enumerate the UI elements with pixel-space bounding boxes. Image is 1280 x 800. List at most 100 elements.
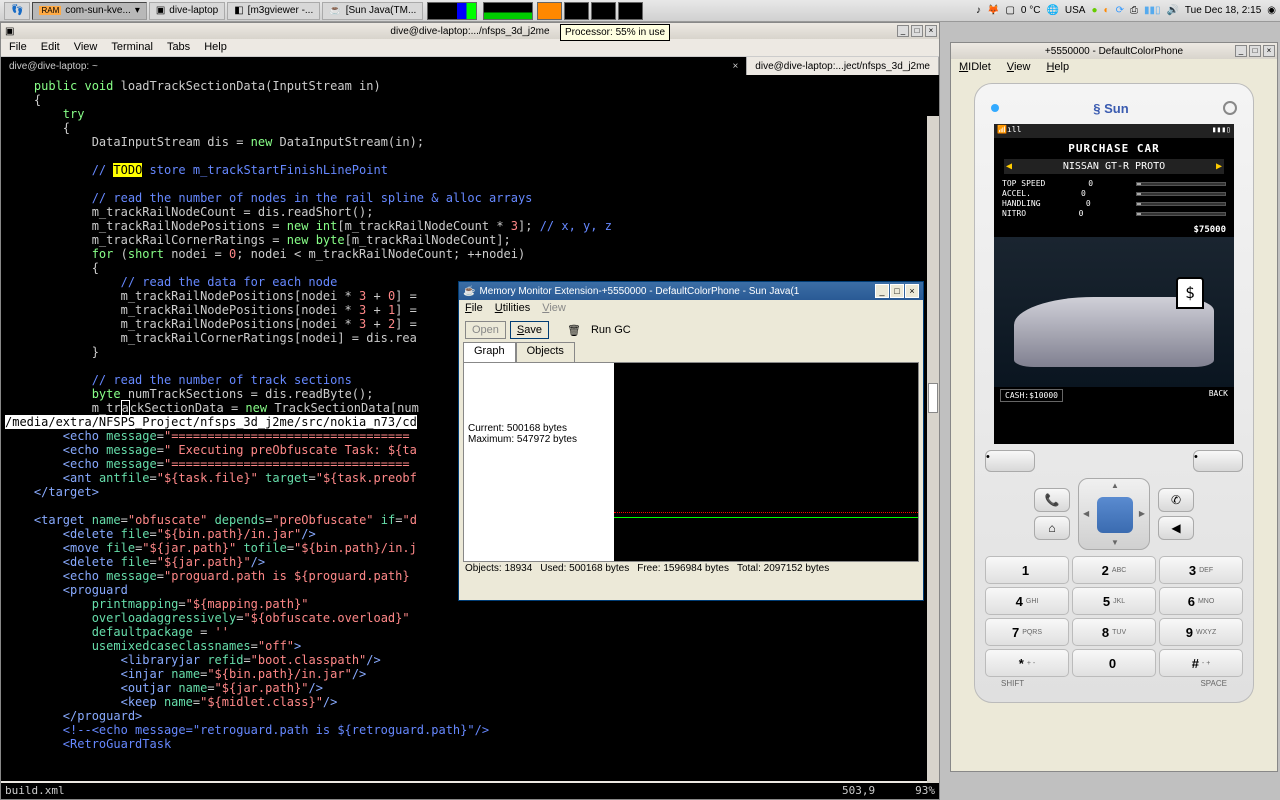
key-6[interactable]: 6MNO <box>1159 587 1243 615</box>
end-button[interactable]: ✆ <box>1158 488 1194 512</box>
key-0[interactable]: 0 <box>1072 649 1156 677</box>
dpad-up-icon[interactable]: ▲ <box>1111 481 1119 490</box>
clock[interactable]: Tue Dec 18, 2:15 <box>1185 5 1261 16</box>
right-softkey[interactable]: • <box>1193 450 1243 472</box>
tray-icon-3[interactable]: ⟳ <box>1116 5 1124 16</box>
tab-graph[interactable]: Graph <box>463 342 516 362</box>
left-softkey[interactable]: • <box>985 450 1035 472</box>
menu-edit[interactable]: Edit <box>41 41 60 54</box>
java-icon: ☕ <box>463 286 475 297</box>
cpu-graph-2[interactable] <box>483 2 533 20</box>
menu-terminal[interactable]: Terminal <box>111 41 153 54</box>
menu-help[interactable]: Help <box>1046 61 1069 75</box>
vertical-scrollbar[interactable] <box>927 116 939 783</box>
dpad-down-icon[interactable]: ▼ <box>1111 538 1119 547</box>
maximize-button[interactable]: □ <box>890 284 904 298</box>
key-hash[interactable]: #- + <box>1159 649 1243 677</box>
menu-view[interactable]: View <box>74 41 98 54</box>
terminal-titlebar[interactable]: ▣ dive@dive-laptop:.../nfsps_3d_j2me _ □… <box>1 23 939 39</box>
tray-icon-2[interactable]: ◐ <box>1104 5 1110 16</box>
menu-view[interactable]: View <box>542 302 566 316</box>
open-button[interactable]: Open <box>465 321 506 339</box>
terminal-menubar: File Edit View Terminal Tabs Help <box>1 39 939 57</box>
prev-car-icon[interactable]: ◀ <box>1006 161 1012 172</box>
workspace-3[interactable] <box>591 2 616 20</box>
firefox-icon[interactable]: 🦊 <box>987 5 999 16</box>
call-button[interactable]: 📞 <box>1034 488 1070 512</box>
dpad-select[interactable] <box>1097 497 1133 533</box>
phone-titlebar[interactable]: +5550000 - DefaultColorPhone _ □ × <box>951 43 1277 59</box>
menu-file[interactable]: File <box>9 41 27 54</box>
shutdown-icon[interactable]: ◉ <box>1267 5 1276 16</box>
minimize-button[interactable]: _ <box>875 284 889 298</box>
cpu-graph-1[interactable] <box>427 2 477 20</box>
minimize-button[interactable]: _ <box>897 25 909 37</box>
workspace-4[interactable] <box>618 2 643 20</box>
dpad-left-icon[interactable]: ◀ <box>1083 509 1089 518</box>
close-button[interactable]: × <box>1263 45 1275 57</box>
workspace-2[interactable] <box>564 2 589 20</box>
terminal-tab-1[interactable]: dive@dive-laptop: ~ × <box>1 57 747 75</box>
scroll-thumb[interactable] <box>928 383 938 413</box>
menu-midlet[interactable]: MIDlet <box>959 61 991 75</box>
taskbar-app-4[interactable]: ☕ [Sun Java(TM... <box>322 2 423 20</box>
car-price: $75000 <box>994 223 1234 237</box>
taskbar-app-1[interactable]: RAM com-sun-kve... ▾ <box>32 2 146 20</box>
menu-utilities[interactable]: Utilities <box>495 302 530 316</box>
key-5[interactable]: 5JKL <box>1072 587 1156 615</box>
dpad[interactable]: ▲ ▼ ◀ ▶ <box>1078 478 1150 550</box>
home-button[interactable]: ⌂ <box>1034 516 1070 540</box>
key-8[interactable]: 8TUV <box>1072 618 1156 646</box>
close-button[interactable]: × <box>905 284 919 298</box>
globe-icon[interactable]: 🌐 <box>1046 5 1058 16</box>
save-button[interactable]: Save <box>510 321 549 339</box>
volume-icon[interactable]: 🔊 <box>1166 5 1178 16</box>
key-1[interactable]: 1 <box>985 556 1069 584</box>
next-car-icon[interactable]: ▶ <box>1216 161 1222 172</box>
workspace-1[interactable] <box>537 2 562 20</box>
taskbar-app-3[interactable]: ◧ [m3gviewer -... <box>227 2 320 20</box>
key-4[interactable]: 4GHI <box>985 587 1069 615</box>
dpad-right-icon[interactable]: ▶ <box>1139 509 1145 518</box>
close-button[interactable]: × <box>925 25 937 37</box>
window-list-icon[interactable]: ▢ <box>1005 5 1014 16</box>
menu-tabs[interactable]: Tabs <box>167 41 190 54</box>
temp-indicator[interactable]: 0 °C <box>1021 5 1041 16</box>
cpu-tooltip: Processor: 55% in use <box>560 24 670 41</box>
car-image: $ <box>994 237 1234 387</box>
cube-icon: ◧ <box>234 5 243 16</box>
run-gc-button[interactable]: Run GC <box>585 322 637 338</box>
key-7[interactable]: 7PQRS <box>985 618 1069 646</box>
key-9[interactable]: 9WXYZ <box>1159 618 1243 646</box>
network-icon[interactable]: ▮▮▯ <box>1144 5 1161 16</box>
key-star[interactable]: *+ - <box>985 649 1069 677</box>
menu-view[interactable]: View <box>1007 61 1031 75</box>
tray-icon-1[interactable]: ● <box>1091 5 1097 16</box>
maximize-button[interactable]: □ <box>1249 45 1261 57</box>
tab-close-icon[interactable]: × <box>732 61 738 72</box>
terminal-tab-2[interactable]: dive@dive-laptop:...ject/nfsps_3d_j2me <box>747 57 939 75</box>
phone-screen[interactable]: 📶ıll ▮▮▮▯ PURCHASE CAR ◀ NISSAN GT-R PRO… <box>994 124 1234 444</box>
maximize-button[interactable]: □ <box>911 25 923 37</box>
menu-file[interactable]: File <box>465 302 483 316</box>
memory-graph <box>614 363 918 561</box>
car-selector[interactable]: ◀ NISSAN GT-R PROTO ▶ <box>1004 159 1224 174</box>
shift-label: SHIFT <box>1001 679 1024 688</box>
start-menu[interactable]: 👣 <box>4 2 30 20</box>
minimize-button[interactable]: _ <box>1235 45 1247 57</box>
menu-help[interactable]: Help <box>204 41 227 54</box>
music-icon[interactable]: ♪ <box>976 5 981 16</box>
key-2[interactable]: 2ABC <box>1072 556 1156 584</box>
power-button[interactable] <box>1223 101 1237 115</box>
ram-icon: RAM <box>39 6 61 15</box>
taskbar-app-2[interactable]: ▣ dive-laptop <box>149 2 225 20</box>
tab-objects[interactable]: Objects <box>516 342 575 362</box>
current-memory: Current: 500168 bytes <box>468 423 610 434</box>
back-button[interactable]: ◀ <box>1158 516 1194 540</box>
locale-indicator[interactable]: USA <box>1065 5 1086 16</box>
workspace-switcher[interactable] <box>537 2 643 20</box>
key-3[interactable]: 3DEF <box>1159 556 1243 584</box>
highlighted-path: /media/extra/NFSPS_Project/nfsps_3d_j2me… <box>5 415 417 429</box>
tray-icon-4[interactable]: ⎙ <box>1130 5 1138 16</box>
memmon-titlebar[interactable]: ☕ Memory Monitor Extension-+5550000 - De… <box>459 282 923 300</box>
